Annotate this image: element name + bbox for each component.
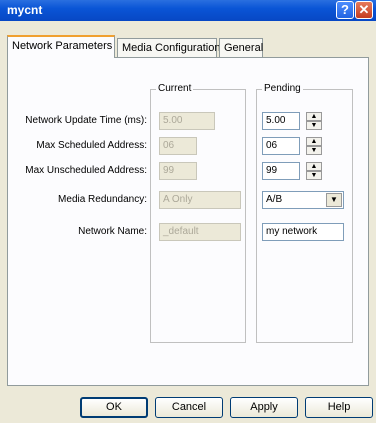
current-max-unscheduled-address: 99: [159, 162, 197, 180]
current-network-update-time: 5.00: [159, 112, 215, 130]
max-scheduled-address-spinner[interactable]: ▲ ▼: [306, 137, 322, 155]
current-media-redundancy: A Only: [159, 191, 241, 209]
max-unscheduled-address-spinner[interactable]: ▲ ▼: [306, 162, 322, 180]
close-button[interactable]: ✕: [355, 1, 373, 19]
dialog-window: mycnt ? ✕ Network Parameters Media Confi…: [0, 0, 376, 423]
label-media-redundancy: Media Redundancy:: [58, 194, 147, 205]
ok-button[interactable]: OK: [80, 397, 148, 418]
current-network-name: _default: [159, 223, 241, 241]
spin-down-icon[interactable]: ▼: [306, 121, 322, 130]
pending-network-name-input[interactable]: my network: [262, 223, 344, 241]
apply-button[interactable]: Apply: [230, 397, 298, 418]
label-max-scheduled-address: Max Scheduled Address:: [36, 140, 147, 151]
pending-network-update-time-input[interactable]: 5.00: [262, 112, 300, 130]
spin-down-icon[interactable]: ▼: [306, 171, 322, 180]
label-network-name: Network Name:: [78, 226, 147, 237]
cancel-button[interactable]: Cancel: [155, 397, 223, 418]
spin-up-icon[interactable]: ▲: [306, 162, 322, 171]
label-network-update-time: Network Update Time (ms):: [25, 115, 147, 126]
tab-general[interactable]: General: [219, 38, 263, 57]
pending-max-scheduled-address-input[interactable]: 06: [262, 137, 300, 155]
spin-up-icon[interactable]: ▲: [306, 137, 322, 146]
network-update-time-spinner[interactable]: ▲ ▼: [306, 112, 322, 130]
pending-media-redundancy-select[interactable]: A/B ▼: [262, 191, 344, 209]
spin-up-icon[interactable]: ▲: [306, 112, 322, 121]
pending-group-label: Pending: [262, 83, 303, 94]
window-title: mycnt: [7, 3, 43, 17]
current-max-scheduled-address: 06: [159, 137, 197, 155]
chevron-down-icon[interactable]: ▼: [326, 193, 342, 207]
current-group-label: Current: [156, 83, 194, 94]
media-redundancy-value: A/B: [266, 194, 283, 205]
help-title-button[interactable]: ?: [336, 1, 354, 19]
help-button[interactable]: Help: [305, 397, 373, 418]
pending-max-unscheduled-address-input[interactable]: 99: [262, 162, 300, 180]
tab-network-parameters[interactable]: Network Parameters: [7, 35, 115, 58]
spin-down-icon[interactable]: ▼: [306, 146, 322, 155]
tab-media-configuration[interactable]: Media Configuration: [117, 38, 220, 57]
title-bar[interactable]: mycnt ? ✕: [0, 0, 376, 21]
tab-panel: Current Pending Network Update Time (ms)…: [7, 57, 369, 386]
label-max-unscheduled-address: Max Unscheduled Address:: [25, 165, 147, 176]
